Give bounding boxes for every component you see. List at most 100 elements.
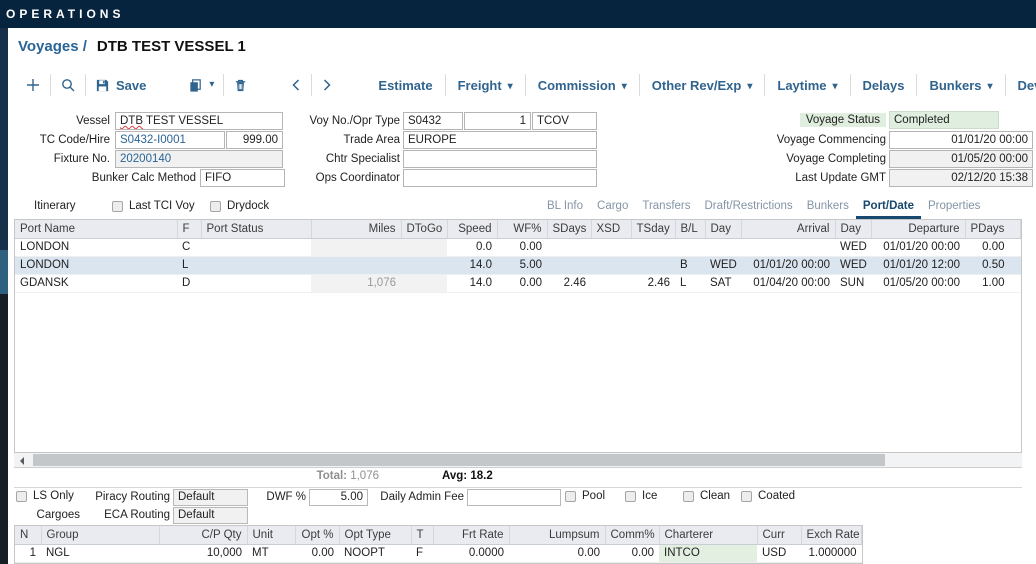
cell[interactable]: L (177, 256, 201, 274)
cell[interactable] (547, 256, 591, 274)
menu-freight[interactable]: Freight (446, 78, 525, 93)
voyage-commencing-field[interactable]: 01/01/20 00:00 (889, 131, 1033, 149)
cell[interactable] (591, 274, 631, 292)
cell[interactable]: 0.00 (295, 544, 339, 562)
ls-only-checkbox[interactable] (16, 491, 27, 502)
copy-menu-button[interactable] (179, 78, 223, 93)
cell[interactable]: 1,076 (311, 274, 401, 292)
cell[interactable] (311, 256, 401, 274)
chtr-specialist-field[interactable] (403, 150, 597, 168)
cell[interactable] (591, 256, 631, 274)
tab-bl-info[interactable]: BL Info (540, 198, 590, 219)
cell[interactable]: 01/01/20 00:00 (741, 256, 835, 274)
tab-port-date[interactable]: Port/Date (856, 198, 921, 219)
tc-code-field[interactable]: S0432-I0001 (115, 131, 225, 149)
breadcrumb-voyages-link[interactable]: Voyages / (18, 38, 87, 55)
cell[interactable]: 01/01/20 12:00 (871, 256, 965, 274)
cell[interactable] (401, 274, 447, 292)
bunker-calc-method-field[interactable]: FIFO (200, 169, 285, 187)
menu-estimate[interactable]: Estimate (366, 78, 444, 93)
menu-laytime[interactable]: Laytime (765, 78, 849, 93)
tab-bunkers[interactable]: Bunkers (800, 198, 856, 219)
cell[interactable]: 0.00 (605, 544, 659, 562)
prev-voyage-button[interactable] (281, 78, 311, 92)
cell[interactable]: USD (757, 544, 801, 562)
cell[interactable]: 01/04/20 00:00 (741, 274, 835, 292)
cell[interactable] (705, 238, 741, 256)
search-button[interactable] (51, 77, 85, 93)
voy-no-field[interactable]: S0432 (403, 112, 463, 130)
next-voyage-button[interactable] (312, 78, 342, 92)
cell[interactable]: MT (247, 544, 295, 562)
scroll-left-arrow[interactable] (14, 453, 30, 468)
voy-seq-field[interactable]: 1 (464, 112, 531, 130)
trade-area-field[interactable]: EUROPE (403, 131, 597, 149)
cell[interactable]: C (177, 238, 201, 256)
save-button[interactable]: Save (86, 78, 155, 93)
cell[interactable]: SUN (835, 274, 871, 292)
last-tci-voy-checkbox[interactable] (112, 201, 123, 212)
cell[interactable] (311, 238, 401, 256)
cell[interactable]: WED (835, 238, 871, 256)
cell[interactable] (401, 256, 447, 274)
cell[interactable]: 01/05/20 00:00 (871, 274, 965, 292)
menu-commission[interactable]: Commission (526, 78, 639, 93)
cell[interactable]: 0.00 (965, 238, 1021, 256)
coated-checkbox[interactable] (741, 491, 752, 502)
tab-transfers[interactable]: Transfers (635, 198, 697, 219)
vessel-field[interactable]: DTB TEST VESSEL (115, 112, 283, 130)
cell[interactable]: L (675, 274, 705, 292)
fixture-no-field[interactable]: 20200140 (115, 150, 283, 168)
pool-checkbox[interactable] (565, 491, 576, 502)
piracy-routing-field[interactable]: Default (173, 489, 248, 506)
cell[interactable]: 2.46 (631, 274, 675, 292)
cargoes-label[interactable]: Cargoes (20, 507, 80, 524)
cell[interactable]: 1.000000 (801, 544, 862, 562)
last-update-gmt-field[interactable]: 02/12/20 15:38 (889, 169, 1033, 187)
cell[interactable]: WED (835, 256, 871, 274)
cell[interactable]: 10,000 (159, 544, 247, 562)
cell[interactable] (741, 238, 835, 256)
eca-routing-field[interactable]: Default (173, 507, 248, 524)
delete-button[interactable] (224, 78, 257, 93)
tab-draft-restrictions[interactable]: Draft/Restrictions (698, 198, 800, 219)
clean-checkbox[interactable] (683, 491, 694, 502)
cell[interactable] (591, 238, 631, 256)
opr-type-field[interactable]: TCOV (532, 112, 597, 130)
cell[interactable]: 01/01/20 00:00 (871, 238, 965, 256)
left-strip-scroll-accent[interactable] (0, 250, 8, 294)
cell[interactable]: 0.0000 (433, 544, 509, 562)
tab-cargo[interactable]: Cargo (590, 198, 635, 219)
cell[interactable]: 0.50 (965, 256, 1021, 274)
cell[interactable]: 0.0 (447, 238, 497, 256)
voyage-status-field[interactable]: Completed (889, 111, 999, 129)
add-button[interactable] (16, 77, 50, 93)
cell[interactable]: 2.46 (547, 274, 591, 292)
menu-deviation[interactable]: Deviation (1006, 78, 1036, 93)
cell[interactable]: 1 (15, 544, 41, 562)
voyage-completing-field[interactable]: 01/05/20 00:00 (889, 150, 1033, 168)
cell[interactable]: 1.00 (965, 274, 1021, 292)
cell[interactable] (631, 238, 675, 256)
cell[interactable]: NGL (41, 544, 159, 562)
cell[interactable]: D (177, 274, 201, 292)
ice-checkbox[interactable] (625, 491, 636, 502)
daily-admin-fee-field[interactable] (467, 489, 561, 506)
dwf-field[interactable]: 5.00 (309, 489, 368, 506)
cell[interactable]: B (675, 256, 705, 274)
cell[interactable]: LONDON (15, 256, 177, 274)
cell[interactable] (201, 274, 311, 292)
cell[interactable]: LONDON (15, 238, 177, 256)
cell[interactable]: 14.0 (447, 274, 497, 292)
tab-properties[interactable]: Properties (921, 198, 987, 219)
cell-charterer[interactable]: INTCO (659, 544, 757, 562)
cell[interactable]: GDANSK (15, 274, 177, 292)
menu-bunkers[interactable]: Bunkers (917, 78, 1004, 93)
cell[interactable] (201, 238, 311, 256)
cell[interactable]: F (411, 544, 433, 562)
cell[interactable]: 0.00 (497, 238, 547, 256)
tc-hire-field[interactable]: 999.00 (226, 131, 283, 149)
cell[interactable] (201, 256, 311, 274)
ops-coordinator-field[interactable] (403, 169, 597, 187)
horizontal-scrollbar[interactable] (14, 453, 1022, 468)
